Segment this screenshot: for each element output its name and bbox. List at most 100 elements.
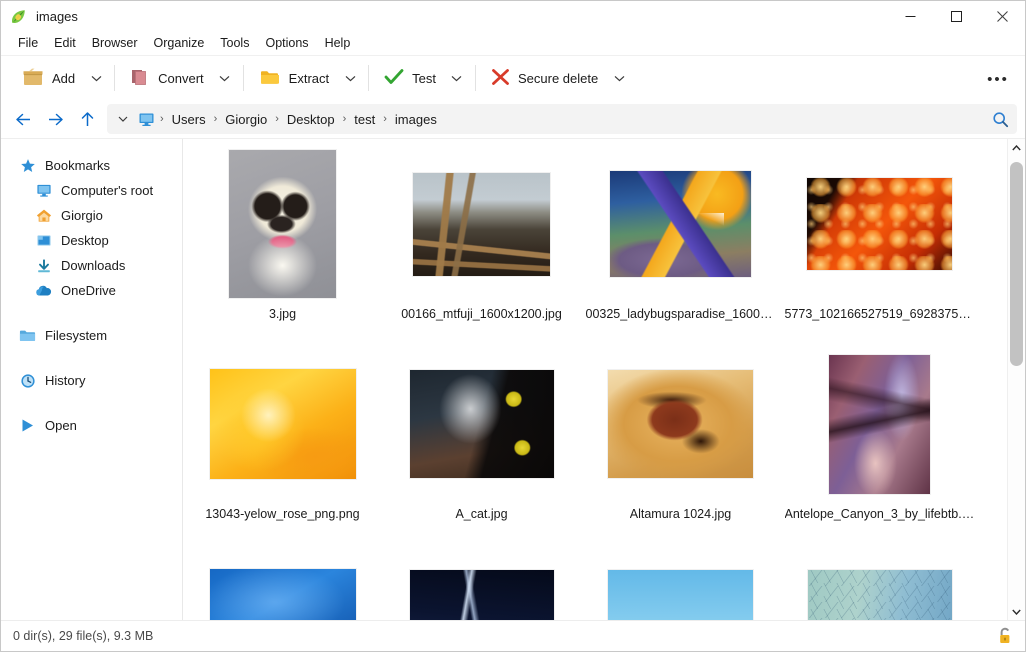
file-item[interactable]: Altamura 1024.jpg [581, 349, 780, 549]
night-sails-photo-thumbnail [409, 570, 554, 620]
thumbnail-container [593, 549, 768, 620]
file-name: A_cat.jpg [455, 507, 508, 521]
bird-of-paradise-photo-thumbnail [610, 171, 751, 277]
menu-item-tools[interactable]: Tools [212, 34, 257, 52]
file-item[interactable] [780, 549, 979, 620]
back-button[interactable] [7, 104, 39, 134]
computer-monitor-icon [35, 182, 52, 199]
sidebar-item-computers-root[interactable]: Computer's root [1, 178, 182, 203]
search-icon[interactable] [985, 106, 1015, 132]
scrollbar-thumb[interactable] [1010, 162, 1023, 366]
menu-item-help[interactable]: Help [317, 34, 359, 52]
file-item[interactable]: Antelope_Canyon_3_by_lifebtb.jpg [780, 349, 979, 549]
menu-item-browser[interactable]: Browser [84, 34, 146, 52]
cloud-icon [35, 282, 52, 299]
antelope-canyon-photo-thumbnail [829, 354, 930, 494]
file-item[interactable]: 13043-yelow_rose_png.png [183, 349, 382, 549]
black-cat-photo-thumbnail [409, 370, 554, 478]
add-group: Add [13, 61, 108, 95]
file-item[interactable] [581, 549, 780, 620]
cracked-ice-photo-thumbnail [807, 570, 952, 620]
file-name: 00325_ladybugsparadise_1600x120... [585, 307, 776, 321]
breadcrumb-desktop[interactable]: Desktop [280, 109, 342, 130]
secure-delete-group: Secure delete [482, 61, 631, 95]
test-button[interactable]: Test [375, 62, 445, 95]
window-controls [887, 1, 1025, 31]
navigation-sidebar: Bookmarks Computer's root Giorgio Deskto… [1, 139, 183, 620]
x-icon [491, 68, 510, 89]
menu-item-options[interactable]: Options [257, 34, 316, 52]
archive-box-icon [22, 67, 44, 90]
convert-button[interactable]: Convert [121, 61, 213, 96]
thumbnail-container [792, 149, 967, 299]
breadcrumb-images[interactable]: images [388, 109, 444, 130]
file-item[interactable] [382, 549, 581, 620]
secure-delete-button-label: Secure delete [517, 70, 599, 86]
sidebar-item-filesystem[interactable]: Filesystem [1, 323, 182, 348]
sidebar-item-open[interactable]: Open [1, 413, 182, 438]
file-item[interactable]: 00325_ladybugsparadise_1600x120... [581, 149, 780, 349]
file-item[interactable]: 5773_102166527519_692837519_204... [780, 149, 979, 349]
scroll-up-button[interactable] [1008, 139, 1025, 156]
torii-gate-photo-thumbnail [413, 172, 550, 276]
sidebar-item-bookmarks[interactable]: Bookmarks [1, 153, 182, 178]
file-thumbnail-area[interactable]: 3.jpg 00166_mtfuji_1600x1200.jpg 00325_l… [183, 139, 1025, 620]
menu-item-edit[interactable]: Edit [46, 34, 84, 52]
star-icon [19, 157, 36, 174]
test-group: Test [375, 61, 469, 95]
sidebar-item-history[interactable]: History [1, 368, 182, 393]
file-item[interactable]: 00166_mtfuji_1600x1200.jpg [382, 149, 581, 349]
secure-delete-dropdown-caret[interactable] [607, 64, 631, 92]
scroll-down-button[interactable] [1008, 603, 1025, 620]
file-item[interactable] [183, 549, 382, 620]
breadcrumb-giorgio[interactable]: Giorgio [218, 109, 274, 130]
maximize-button[interactable] [933, 1, 979, 31]
sidebar-item-label: OneDrive [61, 283, 116, 298]
download-icon [35, 257, 52, 274]
forward-button[interactable] [39, 104, 71, 134]
play-icon [19, 417, 36, 434]
test-dropdown-caret[interactable] [445, 64, 469, 92]
sidebar-item-label: Bookmarks [45, 158, 111, 173]
convert-button-label: Convert [158, 70, 204, 86]
breadcrumb-test[interactable]: test [347, 109, 382, 130]
convert-dropdown-caret[interactable] [213, 64, 237, 92]
scrollbar-track[interactable] [1008, 156, 1025, 603]
sidebar-item-giorgio[interactable]: Giorgio [1, 203, 182, 228]
toolbar-overflow-button[interactable]: ••• [985, 68, 1011, 90]
secure-delete-button[interactable]: Secure delete [482, 62, 607, 95]
address-bar: › Users › Giorgio › Desktop › test › ima… [1, 100, 1025, 138]
cave-painting-photo-thumbnail [608, 370, 753, 478]
sidebar-item-label: Filesystem [45, 328, 108, 343]
desktop-icon [35, 232, 52, 249]
breadcrumb-dropdown-icon[interactable] [113, 107, 133, 131]
up-button[interactable] [71, 104, 103, 134]
extract-group: Extract [250, 61, 362, 95]
sidebar-item-onedrive[interactable]: OneDrive [1, 278, 182, 303]
menu-item-file[interactable]: File [10, 34, 46, 52]
extract-button[interactable]: Extract [250, 61, 338, 96]
file-name: 00166_mtfuji_1600x1200.jpg [401, 307, 562, 321]
extract-dropdown-caret[interactable] [338, 64, 362, 92]
convert-group: Convert [121, 61, 237, 95]
sidebar-item-downloads[interactable]: Downloads [1, 253, 182, 278]
puppy-photo-thumbnail [229, 150, 336, 298]
file-item[interactable]: A_cat.jpg [382, 349, 581, 549]
add-dropdown-caret[interactable] [84, 64, 108, 92]
unlocked-padlock-icon[interactable] [995, 625, 1017, 647]
clock-icon [19, 372, 36, 389]
toolbar-separator-2 [242, 65, 244, 91]
menu-item-organize[interactable]: Organize [146, 34, 213, 52]
test-button-label: Test [412, 70, 436, 86]
computer-monitor-icon[interactable] [133, 107, 159, 131]
sidebar-item-desktop[interactable]: Desktop [1, 228, 182, 253]
minimize-button[interactable] [887, 1, 933, 31]
file-item[interactable]: 3.jpg [183, 149, 382, 349]
close-button[interactable] [979, 1, 1025, 31]
add-button[interactable]: Add [13, 61, 84, 96]
thumbnail-container [792, 549, 967, 620]
vertical-scrollbar[interactable] [1007, 139, 1025, 620]
rock-arch-photo-thumbnail [608, 570, 753, 620]
thumbnail-container [195, 149, 370, 299]
breadcrumb-users[interactable]: Users [165, 109, 213, 130]
